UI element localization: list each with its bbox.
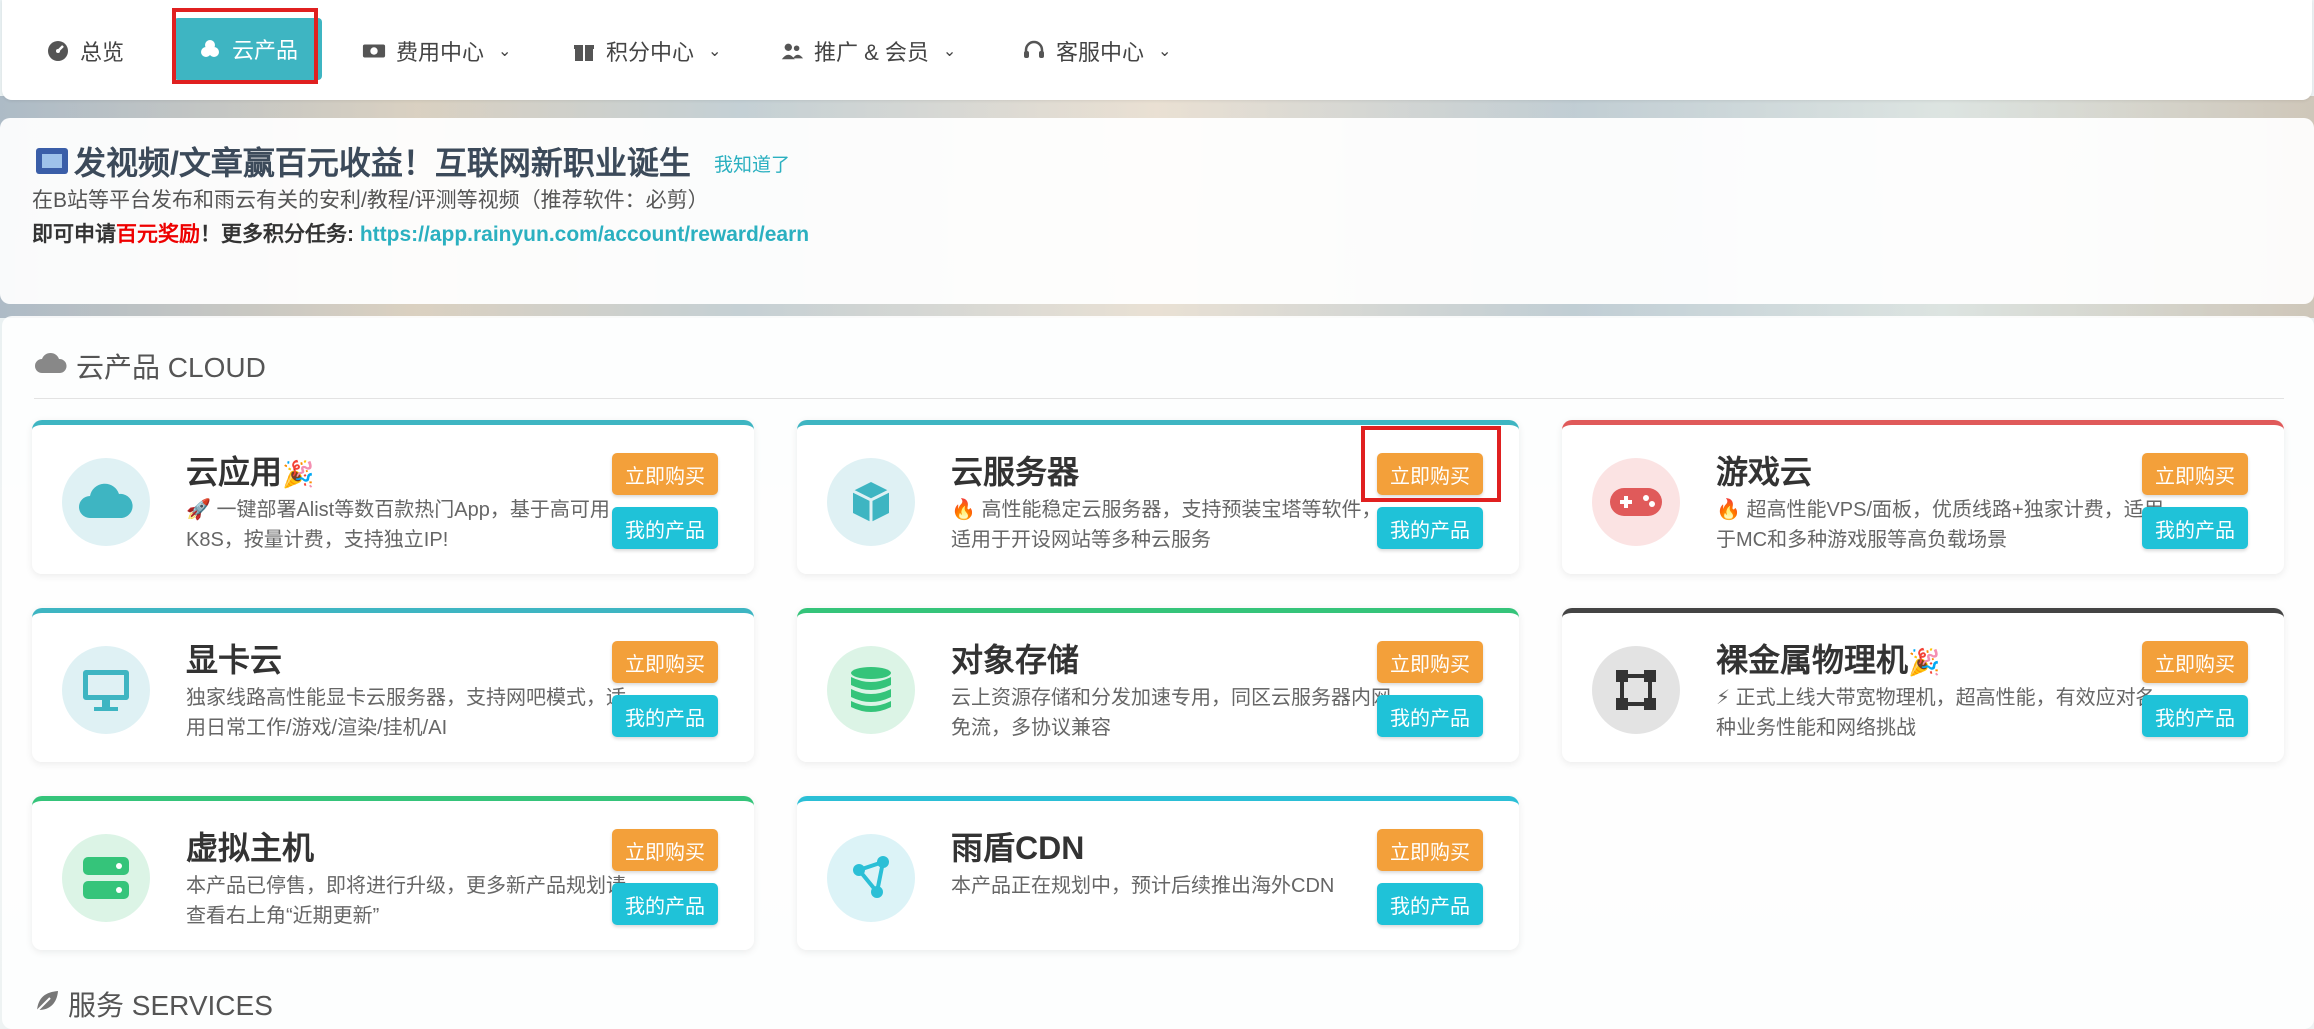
product-title-text: 云应用 — [186, 454, 283, 490]
gift-icon — [572, 39, 596, 63]
monitor-icon — [62, 646, 150, 734]
nav-label: 客服中心 — [1056, 40, 1145, 65]
product-title: 云应用🎉 — [186, 447, 314, 493]
product-description: ⚡ 正式上线大带宽物理机，超高性能，有效应对各种业务性能和网络挑战 — [1716, 687, 2156, 739]
nav-item-overview[interactable]: 总览 — [46, 26, 124, 76]
my-products-button[interactable]: 我的产品 — [612, 507, 718, 549]
product-description: 本产品已停售，即将进行升级，更多新产品规划请查看右上角“近期更新” — [186, 875, 626, 927]
section-title-text: 云产品 CLOUD — [76, 352, 266, 383]
product-title: 游戏云 — [1716, 447, 1812, 493]
product-title-text: 对象存储 — [951, 642, 1080, 678]
nav-item-points[interactable]: 积分中心 ⌄ — [572, 26, 721, 76]
nav-item-affiliate[interactable]: 推广 & 会员 ⌄ — [780, 26, 956, 76]
announcement-title: 发视频/文章赢百元收益！互联网新职业诞生 — [36, 138, 691, 184]
product-title-text: 云服务器 — [951, 454, 1080, 490]
nav-item-billing[interactable]: 费用中心 ⌄ — [362, 26, 511, 76]
database-icon — [827, 646, 915, 734]
server-icon — [62, 834, 150, 922]
my-products-button[interactable]: 我的产品 — [2142, 695, 2248, 737]
dashboard-icon — [46, 39, 70, 63]
section-cloud-title: 云产品 CLOUD — [34, 346, 266, 386]
chevron-down-icon: ⌄ — [942, 43, 957, 60]
cloud-icon — [34, 350, 68, 382]
headset-icon — [1022, 39, 1046, 63]
announcement-title-text: 发视频/文章赢百元收益！互联网新职业诞生 — [74, 145, 691, 181]
cloud-icon — [62, 458, 150, 546]
product-title: 对象存储 — [951, 635, 1079, 681]
announcement-text: 即可申请 — [32, 223, 116, 246]
section-services-title: 服务 SERVICES — [34, 984, 273, 1024]
product-title-text: 游戏云 — [1716, 454, 1813, 490]
buy-now-button[interactable]: 立即购买 — [612, 829, 718, 871]
product-card[interactable]: 裸金属物理机🎉 ⚡ 正式上线大带宽物理机，超高性能，有效应对各种业务性能和网络挑战… — [1562, 608, 2284, 762]
my-products-button[interactable]: 我的产品 — [1377, 507, 1483, 549]
buy-now-button[interactable]: 立即购买 — [1377, 829, 1483, 871]
product-description: 🚀 一键部署Alist等数百款热门App，基于高可用K8S，按量计费，支持独立I… — [186, 499, 610, 551]
highlight-box — [172, 8, 318, 84]
section-title-text: 服务 SERVICES — [68, 990, 273, 1021]
nav-label: 推广 & 会员 — [814, 40, 929, 65]
film-icon — [36, 148, 68, 174]
product-description: 🔥 超高性能VPS/面板，优质线路+独家计费，适用于MC和多种游戏服等高负载场景 — [1716, 499, 2164, 551]
chevron-down-icon: ⌄ — [708, 43, 722, 60]
announcement-line-2: 即可申请百元奖励！更多积分任务: https://app.rainyun.com… — [32, 218, 809, 248]
divider — [34, 398, 2284, 399]
share-nodes-icon — [827, 834, 915, 922]
my-products-button[interactable]: 我的产品 — [612, 695, 718, 737]
chevron-down-icon: ⌄ — [1158, 43, 1172, 60]
buy-now-button[interactable]: 立即购买 — [1377, 641, 1483, 683]
announcement-text: ！更多积分任务: — [200, 223, 360, 246]
product-card[interactable]: 云应用🎉 🚀 一键部署Alist等数百款热门App，基于高可用K8S，按量计费，支… — [32, 420, 754, 574]
product-description: 🔥 高性能稳定云服务器，支持预装宝塔等软件，适用于开设网站等多种云服务 — [951, 499, 1382, 551]
announcement-line-1: 在B站等平台发布和雨云有关的安利/教程/评测等视频（推荐软件：必剪） — [32, 189, 709, 212]
buy-now-button[interactable]: 立即购买 — [2142, 641, 2248, 683]
product-title-text: 显卡云 — [186, 642, 283, 678]
nav-label: 费用中心 — [396, 40, 485, 65]
party-emoji: 🎉 — [282, 459, 315, 489]
nav-item-support[interactable]: 客服中心 ⌄ — [1022, 26, 1171, 76]
product-card[interactable]: 雨盾CDN 本产品正在规划中，预计后续推出海外CDN 立即购买我的产品 — [797, 796, 1519, 950]
product-title: 显卡云 — [186, 635, 282, 681]
product-card[interactable]: 显卡云独家线路高性能显卡云服务器，支持网吧模式，适用日常工作/游戏/渲染/挂机/… — [32, 608, 754, 762]
dismiss-link[interactable]: 我知道了 — [714, 150, 790, 177]
money-icon — [362, 39, 386, 63]
cube-icon — [827, 458, 915, 546]
product-title-text: 雨盾CDN — [951, 830, 1085, 866]
product-title: 云服务器 — [951, 447, 1079, 493]
my-products-button[interactable]: 我的产品 — [612, 883, 718, 925]
nav-label: 总览 — [80, 40, 125, 65]
buy-now-button[interactable]: 立即购买 — [612, 453, 718, 495]
my-products-button[interactable]: 我的产品 — [1377, 695, 1483, 737]
product-title-text: 虚拟主机 — [186, 830, 315, 866]
vector-square-icon — [1592, 646, 1680, 734]
reward-highlight: 百元奖励 — [116, 223, 200, 246]
product-title: 裸金属物理机🎉 — [1716, 635, 1940, 681]
my-products-button[interactable]: 我的产品 — [2142, 507, 2248, 549]
highlight-box — [1361, 426, 1501, 502]
leaf-icon — [34, 988, 60, 1020]
reward-link[interactable]: https://app.rainyun.com/account/reward/e… — [360, 223, 809, 246]
buy-now-button[interactable]: 立即购买 — [612, 641, 718, 683]
buy-now-button[interactable]: 立即购买 — [2142, 453, 2248, 495]
product-description: 云上资源存储和分发加速专用，同区云服务器内网免流，多协议兼容 — [951, 687, 1391, 739]
product-title-text: 裸金属物理机 — [1716, 642, 1909, 678]
product-card[interactable]: 游戏云 🔥 超高性能VPS/面板，优质线路+独家计费，适用于MC和多种游戏服等高负… — [1562, 420, 2284, 574]
product-title: 虚拟主机 — [186, 823, 314, 869]
product-description: 本产品正在规划中，预计后续推出海外CDN — [951, 875, 1335, 897]
product-card[interactable]: 虚拟主机本产品已停售，即将进行升级，更多新产品规划请查看右上角“近期更新” 立即购… — [32, 796, 754, 950]
product-description: 独家线路高性能显卡云服务器，支持网吧模式，适用日常工作/游戏/渲染/挂机/AI — [186, 687, 626, 739]
chevron-down-icon: ⌄ — [498, 43, 512, 60]
nav-label: 积分中心 — [606, 40, 695, 65]
gamepad-icon — [1592, 458, 1680, 546]
top-navbar: 总览 云产品 费用中心 ⌄ 积分中心 ⌄ 推广 & 会员 ⌄ 客服中心 ⌄ — [2, 0, 2312, 100]
product-title: 雨盾CDN — [951, 823, 1084, 869]
my-products-button[interactable]: 我的产品 — [1377, 883, 1483, 925]
product-card[interactable]: 对象存储云上资源存储和分发加速专用，同区云服务器内网免流，多协议兼容 立即购买我的… — [797, 608, 1519, 762]
users-icon — [780, 39, 804, 63]
party-emoji: 🎉 — [1908, 647, 1941, 677]
